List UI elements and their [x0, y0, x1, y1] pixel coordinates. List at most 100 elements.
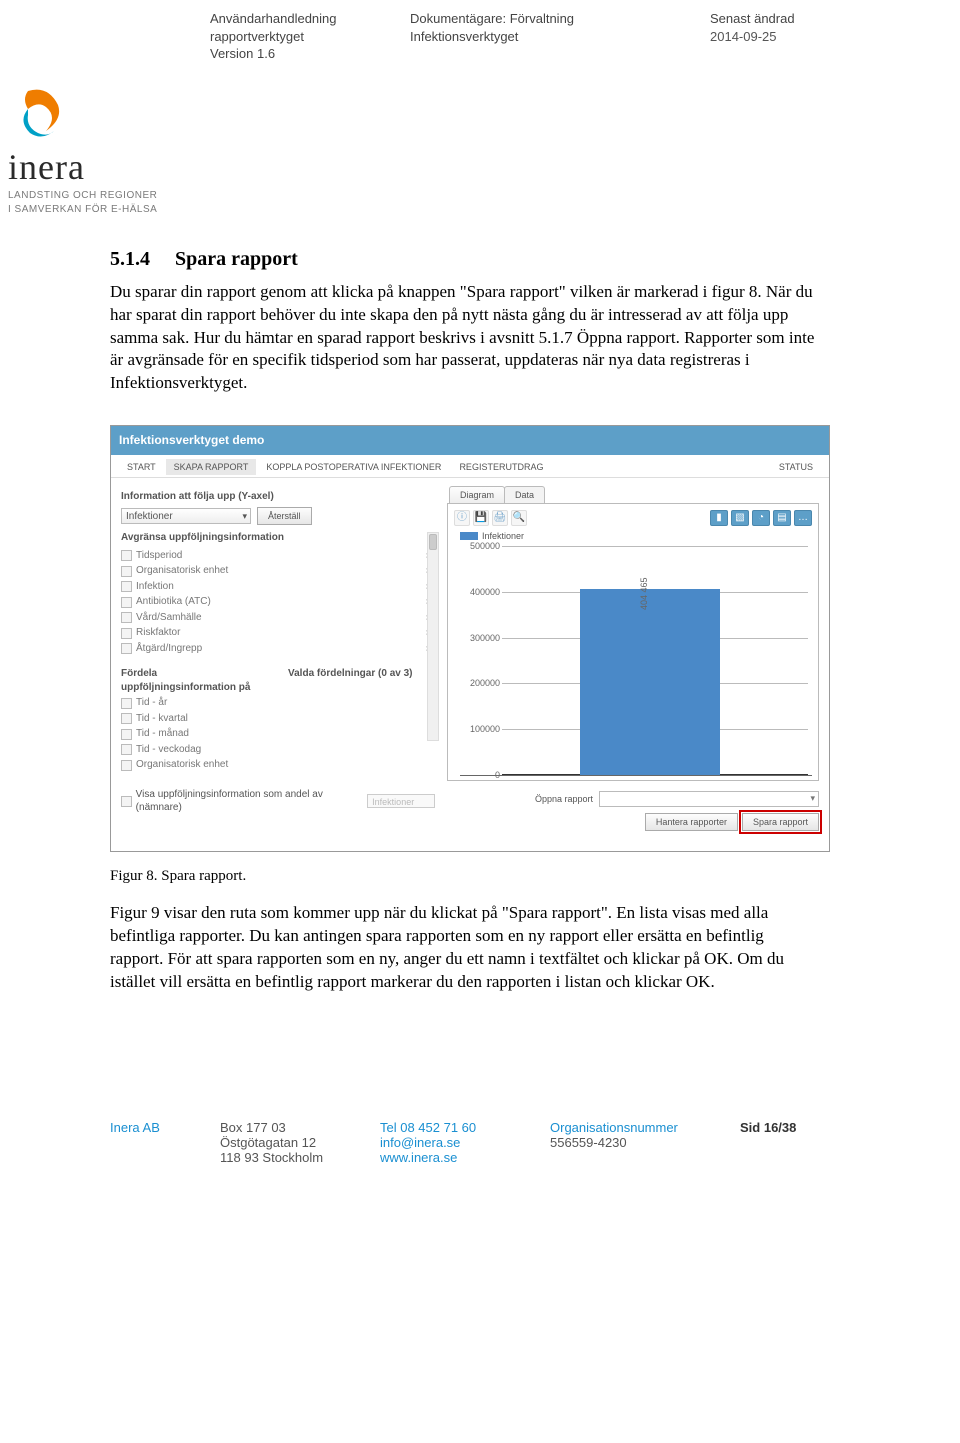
changed-date: 2014-09-25 — [710, 28, 860, 46]
doc-version: Version 1.6 — [210, 45, 410, 63]
filter-tidsperiod: Tidsperiod — [136, 549, 182, 563]
checkbox-infektion[interactable] — [121, 581, 132, 592]
doc-owner-label: Dokumentägare: Förvaltning — [410, 10, 710, 28]
save-icon[interactable]: 💾 — [473, 510, 489, 526]
filter-vard: Vård/Samhälle — [136, 611, 202, 625]
ytick-400000: 400000 — [460, 586, 500, 598]
checkbox-atgard[interactable] — [121, 643, 132, 654]
page-header: Användarhandledning rapportverktyget Ver… — [0, 0, 960, 216]
y-axis-select[interactable]: Infektioner — [121, 508, 251, 524]
chart-area: 500000 400000 300000 200000 100000 0 — [460, 546, 812, 776]
filter-infektion: Infektion — [136, 580, 174, 594]
report-button-row: Hantera rapporter Spara rapport — [447, 813, 819, 831]
reset-button[interactable]: Återställ — [257, 507, 312, 525]
checkbox-tid-kvartal[interactable] — [121, 713, 132, 724]
checkbox-tidsperiod[interactable] — [121, 550, 132, 561]
checkbox-vard[interactable] — [121, 612, 132, 623]
filter-org-enhet: Organisatorisk enhet — [136, 564, 228, 578]
valda-fordelningar: Valda fördelningar (0 av 3) — [288, 667, 435, 681]
chart-tabs: Diagram Data — [449, 486, 819, 503]
footer-street: Östgötagatan 12 — [220, 1135, 350, 1150]
chart-bar-label: 404 465 — [638, 578, 650, 611]
checkbox-andel[interactable] — [121, 796, 132, 807]
footer-box: Box 177 03 — [220, 1120, 350, 1135]
logo-tagline-1: LANDSTING OCH REGIONER — [8, 190, 960, 202]
split-tid-ar: Tid - år — [136, 696, 167, 710]
chart-type-icons: ▮ ▧ ◔ ▤ … — [710, 510, 812, 526]
andel-label: Visa uppföljningsinformation som andel a… — [136, 788, 364, 815]
tab-diagram[interactable]: Diagram — [449, 486, 505, 503]
content-area: 5.1.4 Spara rapport Du sparar din rappor… — [0, 226, 870, 1030]
nav-koppla[interactable]: KOPPLA POSTOPERATIVA INFEKTIONER — [258, 459, 449, 475]
bar-chart-icon[interactable]: ▮ — [710, 510, 728, 526]
other-chart-icon[interactable]: … — [794, 510, 812, 526]
checkbox-tid-veckodag[interactable] — [121, 744, 132, 755]
checkbox-antibiotika[interactable] — [121, 597, 132, 608]
section-heading: 5.1.4 Spara rapport — [110, 246, 820, 273]
split-org-enhet: Organisatorisk enhet — [136, 758, 228, 772]
figure-caption: Figur 8. Spara rapport. — [110, 866, 820, 886]
print-icon[interactable]: 🖨 — [492, 510, 508, 526]
footer-web: www.inera.se — [380, 1150, 520, 1165]
app-title-bar: Infektionsverktyget demo — [111, 426, 829, 454]
filter-antibiotika: Antibiotika (ATC) — [136, 595, 211, 609]
section-number: 5.1.4 — [110, 246, 170, 273]
split-tid-manad: Tid - månad — [136, 727, 189, 741]
footer-org-no: 556559-4230 — [550, 1135, 710, 1150]
ytick-300000: 300000 — [460, 631, 500, 643]
hantera-rapporter-button[interactable]: Hantera rapporter — [645, 813, 738, 831]
footer-company: Inera AB — [110, 1120, 220, 1165]
nav-status[interactable]: STATUS — [771, 459, 821, 475]
nav-start[interactable]: START — [119, 459, 164, 475]
tab-data[interactable]: Data — [504, 486, 545, 503]
legend-swatch — [460, 532, 478, 540]
section-title-text: Spara rapport — [175, 248, 298, 270]
filter-scrollbar[interactable] — [427, 532, 439, 741]
section-paragraph-2: Figur 9 visar den ruta som kommer upp nä… — [110, 902, 820, 994]
open-report-label: Öppna rapport — [535, 793, 593, 805]
section-paragraph: Du sparar din rapport genom att klicka p… — [110, 281, 820, 396]
split-tid-veckodag: Tid - veckodag — [136, 743, 201, 757]
footer-tel: Tel 08 452 71 60 — [380, 1120, 520, 1135]
footer-zip: 118 93 Stockholm — [220, 1150, 350, 1165]
info-icon[interactable]: ⓘ — [454, 510, 470, 526]
chart-tool-icons-left: ⓘ 💾 🖨 🔍 — [454, 510, 527, 526]
footer-email: info@inera.se — [380, 1135, 520, 1150]
checkbox-tid-manad[interactable] — [121, 729, 132, 740]
doc-title: Användarhandledning rapportverktyget — [210, 10, 410, 45]
chart-bar — [580, 589, 720, 774]
zoom-icon[interactable]: 🔍 — [511, 510, 527, 526]
pie-chart-icon[interactable]: ◔ — [752, 510, 770, 526]
ytick-200000: 200000 — [460, 677, 500, 689]
app-nav: START SKAPA RAPPORT KOPPLA POSTOPERATIVA… — [111, 455, 829, 478]
open-report-select[interactable] — [599, 791, 819, 807]
footer-page-no: Sid 16/38 — [740, 1120, 840, 1165]
andel-input[interactable]: Infektioner — [367, 794, 435, 808]
open-report-row: Öppna rapport — [447, 791, 819, 807]
nav-skapa-rapport[interactable]: SKAPA RAPPORT — [166, 459, 257, 475]
figure-8-screenshot: Infektionsverktyget demo START SKAPA RAP… — [110, 425, 830, 852]
document-meta-row: Användarhandledning rapportverktyget Ver… — [0, 10, 960, 63]
checkbox-org-enhet[interactable] — [121, 566, 132, 577]
split-tid-kvartal: Tid - kvartal — [136, 712, 188, 726]
left-panel: Information att följa upp (Y-axel) Infek… — [111, 478, 441, 851]
checkbox-org-enhet-split[interactable] — [121, 760, 132, 771]
checkbox-tid-ar[interactable] — [121, 698, 132, 709]
filter-riskfaktor: Riskfaktor — [136, 626, 180, 640]
logo-tagline-2: I SAMVERKAN FÖR E-HÄLSA — [8, 204, 960, 216]
nav-registerutdrag[interactable]: REGISTERUTDRAG — [451, 459, 551, 475]
split-heading: Fördela uppföljningsinformation på — [121, 667, 268, 694]
ytick-100000: 100000 — [460, 723, 500, 735]
chart-frame: ⓘ 💾 🖨 🔍 ▮ ▧ ◔ ▤ … — [447, 503, 819, 781]
checkbox-riskfaktor[interactable] — [121, 628, 132, 639]
line-chart-icon[interactable]: ▧ — [731, 510, 749, 526]
page-footer: Inera AB Box 177 03 Östgötagatan 12 118 … — [0, 1030, 960, 1185]
app-body: Information att följa upp (Y-axel) Infek… — [111, 478, 829, 851]
spara-rapport-button[interactable]: Spara rapport — [742, 813, 819, 831]
filter-heading: Avgränsa uppföljningsinformation — [121, 531, 435, 545]
filter-atgard: Åtgärd/Ingrepp — [136, 642, 202, 656]
ytick-0: 0 — [460, 769, 500, 781]
chart-legend: Infektioner — [460, 530, 812, 542]
changed-label: Senast ändrad — [710, 10, 860, 28]
stack-chart-icon[interactable]: ▤ — [773, 510, 791, 526]
